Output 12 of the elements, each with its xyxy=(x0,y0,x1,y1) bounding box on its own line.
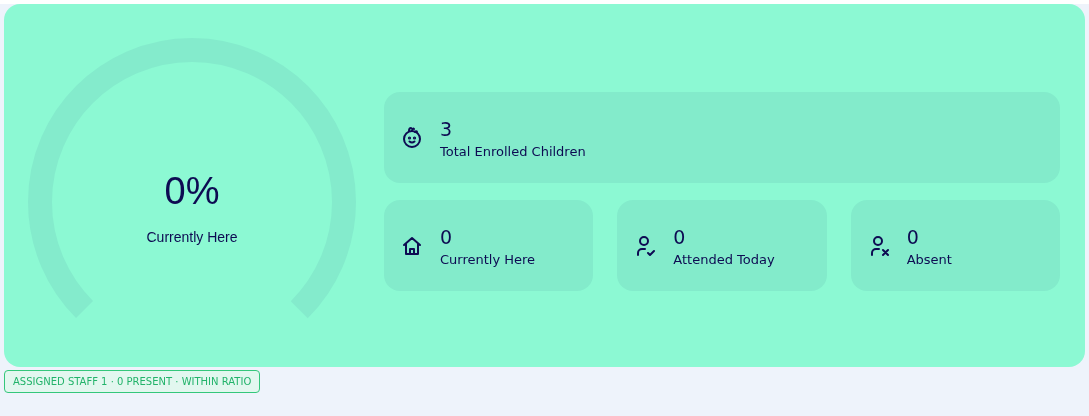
stat-value: 3 xyxy=(440,116,454,141)
stat-label: Attended Today xyxy=(673,251,775,267)
stat-value: 0 xyxy=(673,224,687,249)
stat-value: 0 xyxy=(906,224,920,249)
stat-value: 0 xyxy=(440,224,454,249)
stat-label: Currently Here xyxy=(440,251,536,267)
gauge-value: 0% xyxy=(164,168,220,213)
stat-label: Total Enrolled Children xyxy=(440,143,586,159)
stat-label: Absent xyxy=(906,251,952,267)
gauge-label: Currently Here xyxy=(146,228,238,245)
status-badge: ASSIGNED STAFF 1 · 0 PRESENT · WITHIN RATIO xyxy=(4,370,261,393)
child-face-icon xyxy=(400,125,424,150)
